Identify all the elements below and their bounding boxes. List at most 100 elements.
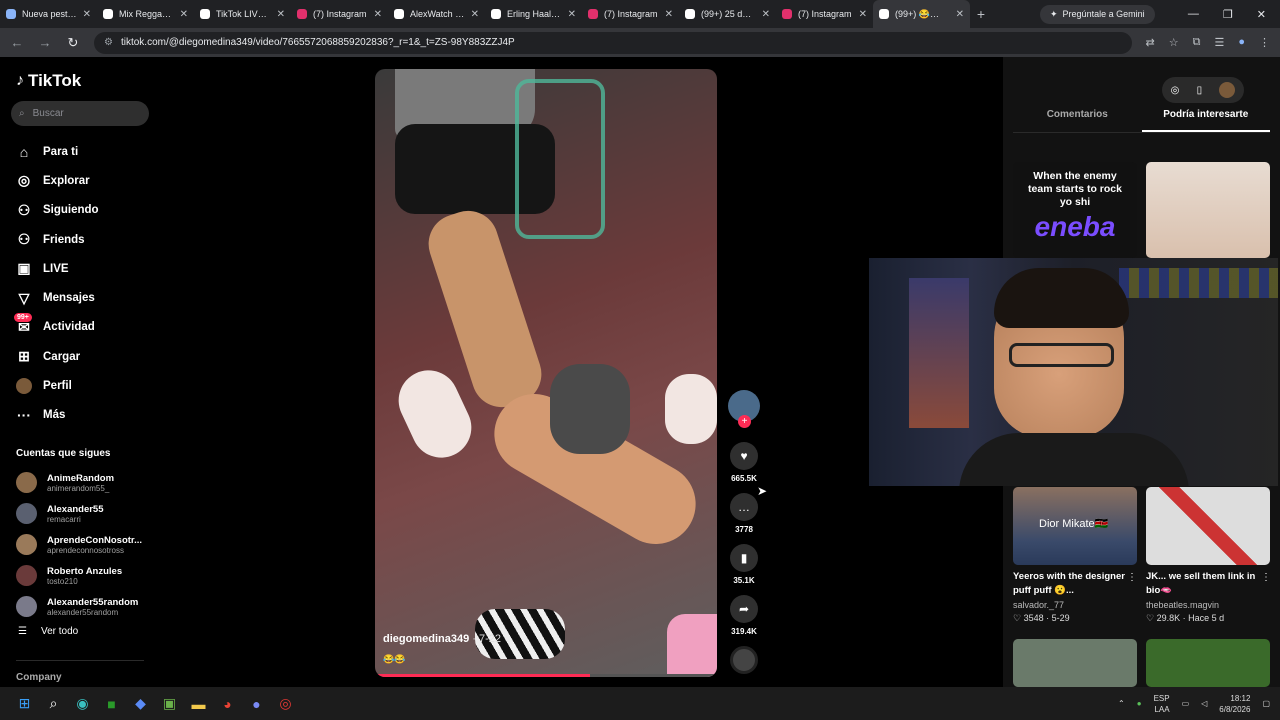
browser-tab[interactable]: (7) Instagram ✕	[582, 0, 679, 28]
nav-item-explorar[interactable]: ◎ Explorar	[16, 166, 156, 195]
network-icon[interactable]: ▭	[1182, 699, 1190, 708]
bookmark-star-icon[interactable]: ☆	[1169, 36, 1179, 49]
follow-plus-icon[interactable]: +	[738, 415, 751, 428]
nav-item-friends[interactable]: ⚇ Friends	[16, 225, 156, 254]
save-button[interactable]: ▮	[730, 544, 758, 572]
recommended-card[interactable]	[1013, 639, 1137, 687]
forward-icon[interactable]: →	[38, 35, 52, 50]
browser-tab[interactable]: (7) Instagram ✕	[291, 0, 388, 28]
recorder-icon[interactable]: ◎	[271, 695, 300, 712]
clock[interactable]: 18:12 6/8/2026	[1219, 693, 1250, 715]
tab-close-icon[interactable]: ✕	[180, 9, 188, 20]
chrome-icon[interactable]: ◕	[213, 696, 242, 712]
card-user[interactable]: thebeatles.magvin	[1146, 600, 1270, 610]
card-user[interactable]: salvador._77	[1013, 600, 1137, 610]
tab-close-icon[interactable]: ✕	[568, 9, 576, 20]
nav-item-para-ti[interactable]: ⌂ Para ti	[16, 137, 156, 166]
following-item[interactable]: Alexander55random alexander55random	[16, 591, 156, 622]
tab-favicon-icon	[782, 9, 792, 19]
nav-item-live[interactable]: ▣ LIVE	[16, 254, 156, 283]
address-bar[interactable]: ⚙ tiktok.com/@diegomedina349/video/76655…	[94, 31, 1132, 54]
tab-close-icon[interactable]: ✕	[859, 9, 867, 20]
search-input[interactable]: ⌕ Buscar	[11, 101, 149, 126]
browser-tab[interactable]: (7) Instagram ✕	[776, 0, 873, 28]
xbox-icon[interactable]: ■	[97, 696, 126, 712]
creator-avatar[interactable]: +	[728, 390, 760, 428]
tab-close-icon[interactable]: ✕	[956, 9, 964, 20]
comment-button[interactable]: …	[730, 493, 758, 521]
company-link[interactable]: Company	[16, 672, 62, 683]
notification-icon[interactable]: ▢	[1262, 699, 1270, 708]
recommended-card[interactable]: Dior Mikate🇰🇪 Yeeros with the designer p…	[1013, 487, 1137, 624]
reload-icon[interactable]: ↻	[66, 35, 80, 51]
user-avatar[interactable]	[1219, 82, 1236, 98]
recommended-card[interactable]	[1146, 639, 1270, 687]
search-icon[interactable]: ⌕	[39, 695, 68, 712]
close-window-icon[interactable]: ✕	[1257, 8, 1266, 21]
minecraft-icon[interactable]: ▣	[155, 695, 184, 712]
tab-close-icon[interactable]: ✕	[471, 9, 479, 20]
music-disc-icon[interactable]	[730, 646, 758, 674]
nav-item-m-s[interactable]: ··· Más	[16, 401, 156, 430]
tab-favicon-icon	[879, 9, 889, 19]
nav-item-perfil[interactable]: Perfil	[16, 371, 156, 400]
recommended-card[interactable]: JK... we sell them link in bio🫦 thebeatl…	[1146, 487, 1270, 624]
recommended-card-top-right[interactable]	[1146, 162, 1270, 258]
nav-item-actividad[interactable]: 99+ ✉ Actividad	[14, 312, 156, 342]
following-item[interactable]: Roberto Anzules tosto210	[16, 560, 156, 591]
video-username[interactable]: diegomedina349	[383, 633, 469, 645]
see-all-link[interactable]: ☰ Ver todo	[16, 626, 156, 637]
tab-recommended[interactable]: Podría interesarte	[1141, 109, 1270, 132]
tab-comments[interactable]: Comentarios	[1013, 109, 1142, 132]
app-icon[interactable]: ◆	[126, 695, 155, 712]
restore-icon[interactable]: ❐	[1223, 8, 1233, 21]
following-item[interactable]: AprendeConNosotr... aprendeconnosotross	[16, 529, 156, 560]
browser-tab[interactable]: Nueva pestaña ✕	[0, 0, 97, 28]
video-author[interactable]: diegomedina349 · 7-22	[383, 633, 501, 645]
following-item[interactable]: Alexander55 remacarri	[16, 498, 156, 529]
tray-chevron-icon[interactable]: ⌃	[1118, 699, 1125, 708]
nav-item-mensajes[interactable]: ▽ Mensajes	[16, 283, 156, 312]
nav-item-siguiendo[interactable]: ⚇ Siguiendo	[16, 196, 156, 225]
share-button[interactable]: ➦	[730, 595, 758, 623]
new-tab-button[interactable]: +	[970, 6, 992, 22]
browser-tab[interactable]: (99+) 25 de se ✕	[679, 0, 776, 28]
video-player[interactable]: diegomedina349 · 7-22 😂😂	[375, 69, 717, 677]
menu-icon[interactable]: ⋮	[1259, 36, 1270, 49]
tab-close-icon[interactable]: ✕	[277, 9, 285, 20]
microphone-icon[interactable]: ●	[1137, 699, 1142, 708]
following-item[interactable]: AnimeRandom animerandom55_	[16, 467, 156, 498]
back-icon[interactable]: ←	[10, 35, 24, 50]
browser-tab[interactable]: AlexWatch (@ ✕	[388, 0, 485, 28]
windows-start-icon[interactable]: ⊞	[10, 695, 39, 712]
gemini-button[interactable]: ✦ Pregúntale a Gemini	[1040, 4, 1155, 24]
volume-icon[interactable]: ◁	[1201, 699, 1207, 708]
minimize-icon[interactable]: —	[1188, 8, 1199, 21]
site-info-icon[interactable]: ⚙	[104, 37, 113, 48]
tab-close-icon[interactable]: ✕	[762, 9, 770, 20]
browser-tab[interactable]: TikTok LIVE In ✕	[194, 0, 291, 28]
translate-icon[interactable]: ⇄	[1146, 36, 1155, 49]
browser-tab[interactable]: (99+) 😂😂😂 ✕	[873, 0, 970, 28]
file-explorer-icon[interactable]: ▬	[184, 696, 213, 712]
like-button[interactable]: ♥	[730, 442, 758, 470]
card-more-icon[interactable]: ⋮	[1127, 572, 1137, 583]
card-more-icon[interactable]: ⋮	[1261, 572, 1271, 583]
discord-icon[interactable]: ●	[242, 696, 271, 712]
compass-icon[interactable]: ◎	[1171, 85, 1180, 96]
video-progress-bar[interactable]	[375, 674, 717, 677]
nav-item-cargar[interactable]: ⊞ Cargar	[16, 342, 156, 371]
phone-icon[interactable]: ▯	[1197, 85, 1203, 96]
tab-close-icon[interactable]: ✕	[665, 9, 673, 20]
profile-icon[interactable]: ●	[1238, 36, 1245, 49]
tab-close-icon[interactable]: ✕	[374, 9, 382, 20]
browser-tab[interactable]: Mix Reggaetón ✕	[97, 0, 194, 28]
tab-close-icon[interactable]: ✕	[83, 9, 91, 20]
language-indicator[interactable]: ESP LAA	[1154, 693, 1170, 715]
tiktok-logo[interactable]: ♪ TikTok	[16, 71, 81, 91]
recommended-card-top-left[interactable]: When the enemy team starts to rock yo sh…	[1013, 162, 1137, 258]
edge-icon[interactable]: ◉	[68, 695, 97, 712]
extensions-icon[interactable]: ⧉	[1193, 36, 1201, 49]
browser-tab[interactable]: Erling Haaland ✕	[485, 0, 582, 28]
tab-search-icon[interactable]: ☰	[1214, 36, 1224, 49]
